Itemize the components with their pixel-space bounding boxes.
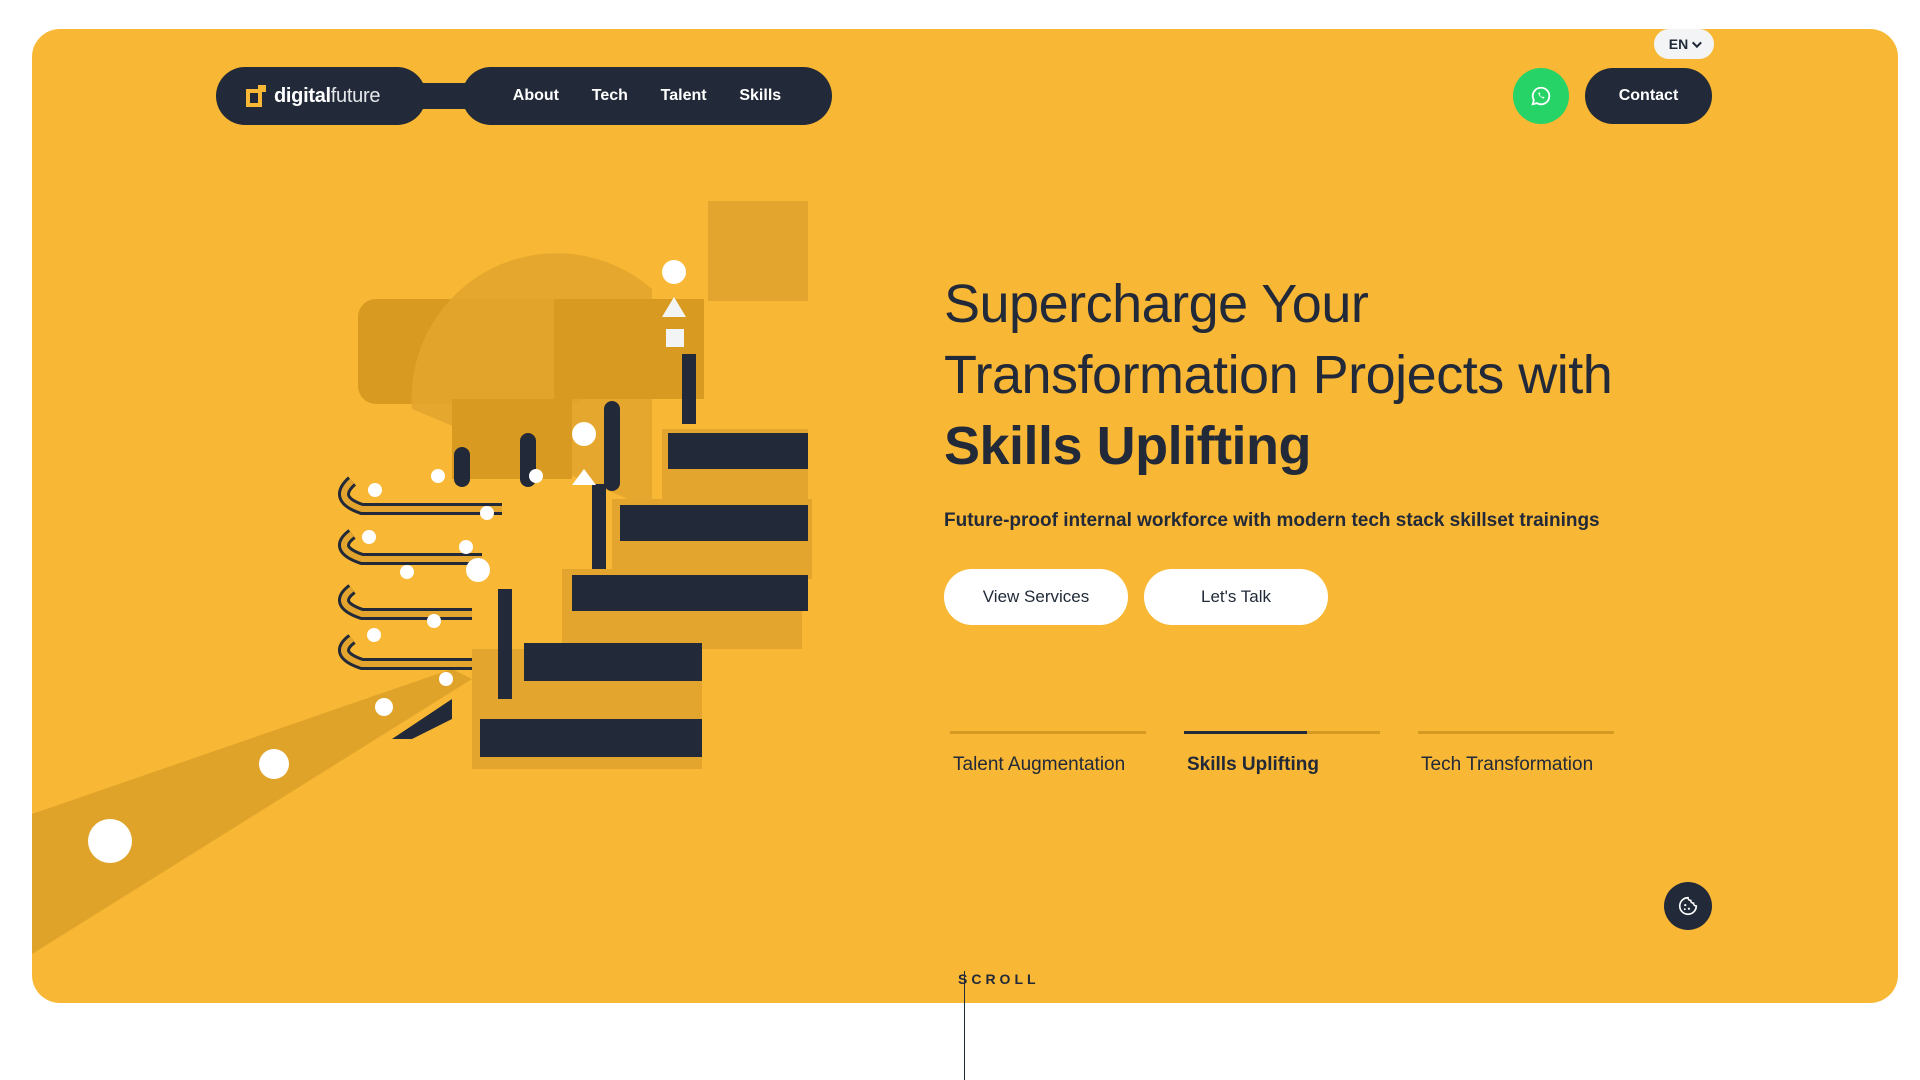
headline-line-3: Skills Uplifting [944, 416, 1312, 476]
page-title: Supercharge Your Transformation Projects… [944, 269, 1764, 482]
nav-link-talent[interactable]: Talent [661, 87, 707, 105]
whatsapp-button[interactable] [1513, 68, 1569, 124]
nav-links: About Tech Talent Skills [462, 67, 832, 125]
hero-actions: View Services Let's Talk [944, 569, 1328, 625]
contact-button[interactable]: Contact [1585, 68, 1712, 124]
tab-progress-track [1418, 731, 1614, 734]
nav-connector [420, 57, 468, 135]
chevron-down-icon [1692, 37, 1703, 48]
scroll-indicator-label: SCROLL [958, 971, 1040, 987]
nav-link-tech[interactable]: Tech [592, 87, 628, 105]
tab-progress-track [1184, 731, 1380, 734]
headline-line-2: Transformation Projects with [944, 345, 1613, 405]
nav-link-about[interactable]: About [513, 87, 559, 105]
tab-label: Talent Augmentation [953, 754, 1126, 775]
tab-skills-uplifting[interactable]: Skills Uplifting [1184, 731, 1380, 776]
tab-label: Tech Transformation [1421, 754, 1594, 775]
language-selector[interactable]: EN [1654, 29, 1714, 59]
view-services-button[interactable]: View Services [944, 569, 1128, 625]
logo-text: digitalfuture [274, 84, 381, 107]
whatsapp-icon [1531, 86, 1551, 106]
logo-mark-icon [246, 85, 266, 107]
cookie-icon [1678, 896, 1698, 916]
tab-progress-track [950, 731, 1146, 734]
nav-link-skills[interactable]: Skills [739, 87, 781, 105]
logo[interactable]: digitalfuture [216, 67, 426, 125]
service-tabs: Talent Augmentation Skills Uplifting Tec… [950, 731, 1614, 776]
language-current: EN [1668, 36, 1689, 52]
hero-subtitle: Future-proof internal workforce with mod… [944, 510, 1600, 531]
lets-talk-button[interactable]: Let's Talk [1144, 569, 1328, 625]
headline-line-1: Supercharge Your [944, 274, 1369, 334]
tab-tech-transformation[interactable]: Tech Transformation [1418, 731, 1614, 776]
main-navigation: digitalfuture About Tech Talent Skills [216, 57, 832, 135]
tab-progress-fill [1184, 731, 1308, 734]
hero-section: digitalfuture About Tech Talent Skills E… [32, 29, 1898, 1003]
tab-talent-augmentation[interactable]: Talent Augmentation [950, 731, 1146, 776]
tab-label: Skills Uplifting [1187, 754, 1319, 775]
scroll-indicator-line [964, 971, 965, 1080]
cookie-settings-button[interactable] [1664, 882, 1712, 930]
